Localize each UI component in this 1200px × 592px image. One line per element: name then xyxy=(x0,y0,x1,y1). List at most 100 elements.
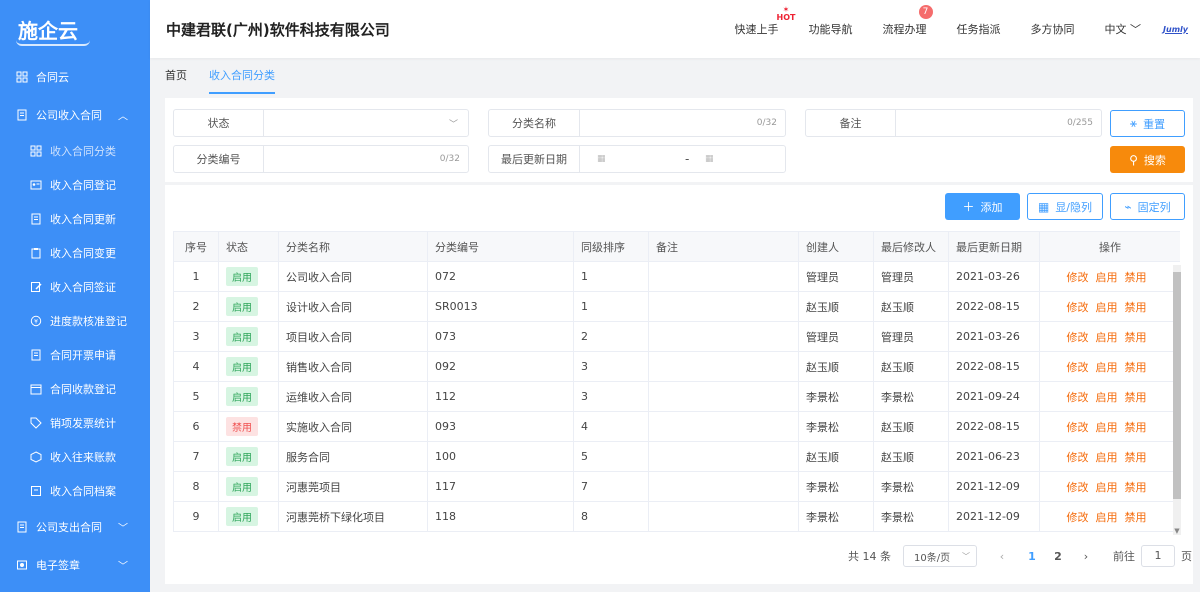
column-header: 状态 xyxy=(218,231,279,262)
table-cell: 启用 xyxy=(218,471,279,502)
table-row[interactable]: 5 启用 运维收入合同 112 3 李景松 李景松 2021-09-24 修改 启用 禁用 xyxy=(173,381,1180,412)
sidebar-item-label: 收入合同登记 xyxy=(50,179,116,192)
toggle-columns-button[interactable]: ▦ 显/隐列 xyxy=(1027,193,1103,220)
sidebar-item-14[interactable]: 公司支出合同 ﹀ xyxy=(0,508,150,546)
edit-document-icon xyxy=(30,281,42,293)
disable-link[interactable]: 禁用 xyxy=(1125,421,1147,434)
disable-link[interactable]: 禁用 xyxy=(1125,331,1147,344)
enable-link[interactable]: 启用 xyxy=(1096,301,1118,314)
tab-home[interactable]: 首页 xyxy=(165,58,187,94)
row-actions: 修改 启用 禁用 xyxy=(1039,261,1180,292)
enable-link[interactable]: 启用 xyxy=(1096,271,1118,284)
scroll-down-icon[interactable]: ▼ xyxy=(1172,527,1182,535)
table-cell: 100 xyxy=(427,441,574,472)
clipboard-icon xyxy=(30,247,42,259)
page-number[interactable]: 1 xyxy=(1021,550,1043,563)
enable-link[interactable]: 启用 xyxy=(1096,511,1118,524)
nav-item-5[interactable]: 多方协同 xyxy=(1031,21,1075,37)
search-button[interactable]: ⚲ 搜索 xyxy=(1110,146,1185,173)
edit-link[interactable]: 修改 xyxy=(1067,271,1089,284)
enable-link[interactable]: 启用 xyxy=(1096,421,1118,434)
nav-item-1[interactable]: 快速上手 ✶ HOT xyxy=(735,6,796,37)
edit-link[interactable]: 修改 xyxy=(1067,481,1089,494)
disable-link[interactable]: 禁用 xyxy=(1125,391,1147,404)
sidebar-item-2[interactable]: 公司收入合同 ︿ xyxy=(0,96,150,134)
category-name-input[interactable]: 分类名称 0/32 xyxy=(488,109,786,137)
table-cell xyxy=(648,441,799,472)
edit-link[interactable]: 修改 xyxy=(1067,391,1089,404)
brand-logo: Jumly xyxy=(1163,24,1188,34)
sidebar-item-15[interactable]: 电子签章 ﹀ xyxy=(0,546,150,584)
nav-item-3[interactable]: 流程办理 7 xyxy=(883,5,933,37)
goto-page-input[interactable]: 1 xyxy=(1141,545,1175,567)
page-number[interactable]: 2 xyxy=(1047,550,1069,563)
category-code-input[interactable]: 分类编号 0/32 xyxy=(173,145,469,173)
language-select[interactable]: 中文 ﹀ xyxy=(1105,21,1142,37)
sidebar-item-10[interactable]: 合同收款登记 xyxy=(0,372,150,406)
table-scrollbar[interactable]: ▲ ▼ xyxy=(1172,231,1182,538)
next-page-icon[interactable]: › xyxy=(1075,550,1097,563)
document-icon xyxy=(30,349,42,361)
search-label: 搜索 xyxy=(1143,153,1166,167)
table-row[interactable]: 3 启用 项目收入合同 073 2 管理员 管理员 2021-03-26 修改 启用 禁用 xyxy=(173,321,1180,352)
grid-icon xyxy=(30,145,42,157)
sidebar-item-8[interactable]: ¥ 进度款核准登记 xyxy=(0,304,150,338)
disable-link[interactable]: 禁用 xyxy=(1125,481,1147,494)
enable-link[interactable]: 启用 xyxy=(1096,451,1118,464)
nav-item-2[interactable]: 功能导航 xyxy=(809,21,853,37)
edit-link[interactable]: 修改 xyxy=(1067,511,1089,524)
status-select[interactable]: 状态 ﹀ xyxy=(173,109,469,137)
enable-link[interactable]: 启用 xyxy=(1096,391,1118,404)
table-row[interactable]: 4 启用 销售收入合同 092 3 赵玉顺 赵玉顺 2022-08-15 修改 启用 禁用 xyxy=(173,351,1180,382)
sidebar-item-13[interactable]: 收入合同档案 xyxy=(0,474,150,508)
scrollbar-thumb[interactable] xyxy=(1173,272,1181,499)
column-header: 序号 xyxy=(173,231,219,262)
edit-link[interactable]: 修改 xyxy=(1067,451,1089,464)
fix-columns-button[interactable]: ⌁ 固定列 xyxy=(1110,193,1185,220)
sidebar-item-7[interactable]: 收入合同签证 xyxy=(0,270,150,304)
table-row[interactable]: 2 启用 设计收入合同 SR0013 1 赵玉顺 赵玉顺 2022-08-15 修改 启用 禁用 xyxy=(173,291,1180,322)
reset-button[interactable]: ⚹ 重置 xyxy=(1110,110,1185,137)
date-range-picker[interactable]: 最后更新日期 ▦ - ▦ xyxy=(488,145,786,173)
sidebar-item-4[interactable]: 收入合同登记 xyxy=(0,168,150,202)
edit-link[interactable]: 修改 xyxy=(1067,301,1089,314)
sidebar-item-6[interactable]: 收入合同变更 xyxy=(0,236,150,270)
sidebar-item-3[interactable]: 收入合同分类 xyxy=(0,134,150,168)
table-row[interactable]: 9 启用 河惠莞桥下绿化项目 118 8 李景松 李景松 2021-12-09 修改 启用 禁用 xyxy=(173,501,1180,532)
enable-link[interactable]: 启用 xyxy=(1096,481,1118,494)
pagination: 共 14 条 10条/页 ﹀ ‹ 1 2 › 前往 1 页 xyxy=(848,545,1192,567)
logo[interactable]: 施企云 xyxy=(0,0,150,58)
nav-item-4[interactable]: 任务指派 xyxy=(957,21,1001,37)
disable-link[interactable]: 禁用 xyxy=(1125,361,1147,374)
add-button[interactable]: ＋ 添加 xyxy=(945,193,1020,220)
edit-link[interactable]: 修改 xyxy=(1067,421,1089,434)
sidebar-item-9[interactable]: 合同开票申请 xyxy=(0,338,150,372)
table-cell: 李景松 xyxy=(873,501,949,532)
table-row[interactable]: 7 启用 服务合同 100 5 赵玉顺 赵玉顺 2021-06-23 修改 启用 禁用 xyxy=(173,441,1180,472)
disable-link[interactable]: 禁用 xyxy=(1125,451,1147,464)
prev-page-icon[interactable]: ‹ xyxy=(991,550,1013,563)
table-row[interactable]: 8 启用 河惠莞项目 117 7 李景松 李景松 2021-12-09 修改 启用 禁用 xyxy=(173,471,1180,502)
page-size-select[interactable]: 10条/页 ﹀ xyxy=(903,545,977,567)
disable-link[interactable]: 禁用 xyxy=(1125,511,1147,524)
table-cell xyxy=(648,321,799,352)
sidebar-item-12[interactable]: 收入往来账款 xyxy=(0,440,150,474)
table-row[interactable]: 6 禁用 实施收入合同 093 4 李景松 赵玉顺 2022-08-15 修改 启用 禁用 xyxy=(173,411,1180,442)
status-badge: 启用 xyxy=(226,267,258,286)
row-actions: 修改 启用 禁用 xyxy=(1039,471,1180,502)
tab-income-contract-category[interactable]: 收入合同分类 xyxy=(209,58,275,94)
sidebar-item-11[interactable]: 销项发票统计 xyxy=(0,406,150,440)
edit-link[interactable]: 修改 xyxy=(1067,331,1089,344)
status-badge: 启用 xyxy=(226,387,258,406)
disable-link[interactable]: 禁用 xyxy=(1125,301,1147,314)
enable-link[interactable]: 启用 xyxy=(1096,331,1118,344)
sidebar-item-5[interactable]: 收入合同更新 xyxy=(0,202,150,236)
table-row[interactable]: 1 启用 公司收入合同 072 1 管理员 管理员 2021-03-26 修改 启用 禁用 xyxy=(173,261,1180,292)
enable-link[interactable]: 启用 xyxy=(1096,361,1118,374)
disable-link[interactable]: 禁用 xyxy=(1125,271,1147,284)
table-cell xyxy=(648,291,799,322)
edit-link[interactable]: 修改 xyxy=(1067,361,1089,374)
remark-input[interactable]: 备注 0/255 xyxy=(805,109,1102,137)
sidebar-item-1[interactable]: 合同云 xyxy=(0,58,150,96)
row-actions: 修改 启用 禁用 xyxy=(1039,321,1180,352)
